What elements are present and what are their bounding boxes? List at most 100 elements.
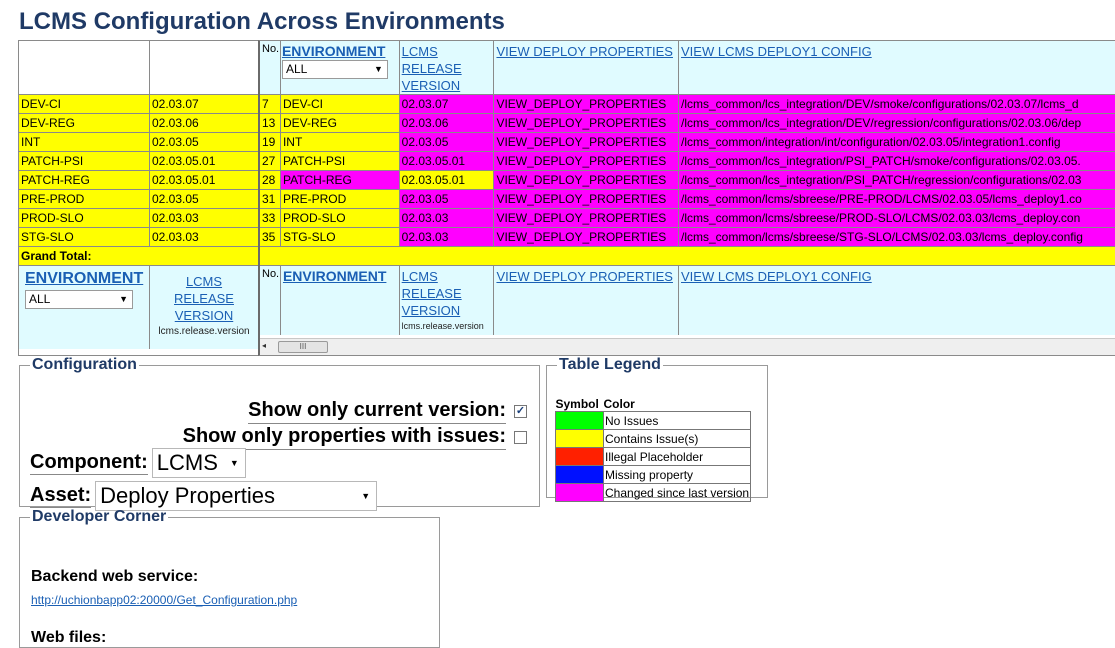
- release-version-footer-caption: lcms.release.version: [401, 321, 484, 331]
- release-version-column-footer[interactable]: LCMS RELEASE VERSION: [402, 268, 494, 319]
- frozen-row: PROD-SLO 02.03.03: [19, 209, 258, 228]
- deploy-properties-cell[interactable]: VIEW_DEPLOY_PROPERTIES: [494, 171, 680, 189]
- legend-table: Symbol Color No Issues Contains Issue(s) I…: [555, 397, 752, 502]
- row-number-cell: 35: [260, 228, 281, 246]
- environment-filter-select[interactable]: ALL ▼: [25, 290, 133, 309]
- row-number-cell: 7: [260, 95, 281, 113]
- scroll-left-arrow-icon[interactable]: ◂: [262, 341, 266, 350]
- legend-label: Missing property: [602, 465, 752, 484]
- grand-total-row: Grand Total:: [19, 247, 258, 266]
- web-files-label: Web files:: [31, 629, 107, 646]
- release-line-2: RELEASE: [401, 286, 462, 301]
- environment-cell: PATCH-REG: [280, 171, 400, 189]
- deploy-config-path-cell[interactable]: /lcms_common/lcms/sbreese/PROD-SLO/LCMS/…: [679, 209, 1115, 227]
- environment-cell: DEV-CI: [280, 95, 400, 113]
- grid-grand-total-row: [260, 247, 1115, 266]
- environment-header-link[interactable]: ENVIRONMENT: [25, 270, 143, 288]
- release-version-header-link[interactable]: LCMS RELEASE VERSION: [150, 273, 258, 324]
- deploy-properties-cell[interactable]: VIEW_DEPLOY_PROPERTIES: [494, 114, 680, 132]
- developer-corner-legend: Developer Corner: [32, 508, 167, 525]
- legend-row: Contains Issue(s): [555, 429, 752, 448]
- frozen-row: DEV-CI 02.03.07: [19, 95, 258, 114]
- show-current-version-option[interactable]: Show only current version: ✓: [248, 399, 527, 424]
- row-number-cell: 33: [260, 209, 281, 227]
- grid-environment-filter-value: ALL: [285, 62, 308, 76]
- release-version-cell: 02.03.06: [399, 114, 495, 132]
- legend-label: Contains Issue(s): [602, 429, 752, 448]
- environment-column-header[interactable]: ENVIRONMENT: [282, 43, 399, 59]
- deploy-properties-cell[interactable]: VIEW_DEPLOY_PROPERTIES: [494, 152, 680, 170]
- deploy-properties-cell[interactable]: VIEW_DEPLOY_PROPERTIES: [494, 95, 680, 113]
- frozen-version-cell: 02.03.03: [152, 230, 199, 244]
- release-line-3: VERSION: [401, 78, 461, 93]
- chevron-down-icon: ▼: [374, 64, 383, 74]
- table-legend-title: Table Legend: [559, 356, 661, 373]
- asset-row: Asset: Deploy Properties ▼: [30, 481, 378, 511]
- legend-label: Illegal Placeholder: [602, 447, 752, 466]
- row-number-cell: 19: [260, 133, 281, 151]
- deploy-config-path-cell[interactable]: /lcms_common/lcs_integration/DEV/smoke/c…: [679, 95, 1115, 113]
- backend-web-service-label: Backend web service:: [31, 568, 199, 585]
- deploy-properties-cell[interactable]: VIEW_DEPLOY_PROPERTIES: [494, 133, 680, 151]
- release-version-column-header[interactable]: LCMS RELEASE VERSION: [402, 43, 494, 94]
- deploy-properties-cell[interactable]: VIEW_DEPLOY_PROPERTIES: [494, 228, 680, 246]
- backend-web-service-link[interactable]: http://uchionbapp02:20000/Get_Configurat…: [31, 593, 297, 607]
- frozen-version-cell: 02.03.06: [152, 116, 199, 130]
- grand-total-label: Grand Total:: [21, 249, 92, 263]
- release-version-cell: 02.03.07: [399, 95, 495, 113]
- legend-color-swatch: [555, 447, 604, 466]
- table-row: 33 PROD-SLO 02.03.03 VIEW_DEPLOY_PROPERTIES…: [260, 209, 1115, 228]
- frozen-version-cell: 02.03.05.01: [152, 154, 216, 168]
- deploy-config-path-cell[interactable]: /lcms_common/lcms/sbreese/STG-SLO/LCMS/0…: [679, 228, 1115, 246]
- release-version-cell: 02.03.03: [399, 228, 495, 246]
- asset-select[interactable]: Deploy Properties ▼: [95, 481, 378, 511]
- component-select[interactable]: LCMS ▼: [151, 448, 246, 478]
- page-title: LCMS Configuration Across Environments: [19, 8, 505, 35]
- show-current-version-checkbox[interactable]: ✓: [514, 405, 527, 418]
- frozen-row: DEV-REG 02.03.06: [19, 114, 258, 133]
- frozen-version-cell: 02.03.07: [152, 97, 199, 111]
- deploy-config-path-cell[interactable]: /lcms_common/lcs_integration/PSI_PATCH/s…: [679, 152, 1115, 170]
- show-current-version-label: Show only current version:: [248, 399, 506, 424]
- environment-grid: No. ENVIRONMENT ALL ▼ LCMS RELEASE VERSI…: [258, 40, 1115, 356]
- row-number-cell: 31: [260, 190, 281, 208]
- deploy-config-path-cell[interactable]: /lcms_common/lcs_integration/PSI_PATCH/r…: [679, 171, 1115, 189]
- view-deploy-properties-header[interactable]: VIEW DEPLOY PROPERTIES: [496, 44, 673, 59]
- grid-environment-filter-select[interactable]: ALL ▼: [281, 60, 388, 79]
- chevron-down-icon: ▼: [361, 491, 371, 501]
- frozen-row: PRE-PROD 02.03.05: [19, 190, 258, 209]
- scrollbar-thumb[interactable]: III: [278, 341, 328, 353]
- frozen-env-cell: STG-SLO: [19, 228, 150, 246]
- horizontal-scrollbar[interactable]: ◂ III: [260, 338, 1115, 355]
- release-line-1: LCMS: [401, 44, 438, 59]
- table-row: 31 PRE-PROD 02.03.05 VIEW_DEPLOY_PROPERTIES…: [260, 190, 1115, 209]
- legend-color-swatch: [555, 429, 604, 448]
- environment-cell: DEV-REG: [280, 114, 400, 132]
- configuration-legend: Configuration: [32, 356, 137, 373]
- environment-column-footer[interactable]: ENVIRONMENT: [283, 268, 386, 284]
- configuration-fieldset: Configuration Show only current version:…: [19, 356, 540, 511]
- row-number-cell: 27: [260, 152, 281, 170]
- frozen-row: STG-SLO 02.03.03: [19, 228, 258, 247]
- release-version-cell: 02.03.03: [399, 209, 495, 227]
- view-deploy-properties-footer[interactable]: VIEW DEPLOY PROPERTIES: [496, 269, 673, 284]
- frozen-env-cell: INT: [19, 133, 150, 151]
- show-issues-option[interactable]: Show only properties with issues:: [182, 425, 527, 450]
- legend-color-swatch: [555, 411, 604, 430]
- row-number-cell: 13: [260, 114, 281, 132]
- table-row: 27 PATCH-PSI 02.03.05.01 VIEW_DEPLOY_PROPER…: [260, 152, 1115, 171]
- deploy-properties-cell[interactable]: VIEW_DEPLOY_PROPERTIES: [494, 209, 680, 227]
- show-issues-checkbox[interactable]: [514, 431, 527, 444]
- frozen-env-cell: PRE-PROD: [19, 190, 150, 208]
- deploy-config-path-cell[interactable]: /lcms_common/lcs_integration/DEV/regress…: [679, 114, 1115, 132]
- deploy-config-path-cell[interactable]: /lcms_common/integration/int/configurati…: [679, 133, 1115, 151]
- deploy-config-path-cell[interactable]: /lcms_common/lcms/sbreese/PRE-PROD/LCMS/…: [679, 190, 1115, 208]
- view-deploy1-config-footer[interactable]: VIEW LCMS DEPLOY1 CONFIG: [681, 269, 872, 284]
- view-deploy1-config-header[interactable]: VIEW LCMS DEPLOY1 CONFIG: [681, 44, 872, 59]
- frozen-rows: DEV-CI 02.03.07 DEV-REG 02.03.06 INT 02.03.05…: [19, 95, 258, 247]
- deploy-properties-cell[interactable]: VIEW_DEPLOY_PROPERTIES: [494, 190, 680, 208]
- legend-row: Illegal Placeholder: [555, 447, 752, 466]
- environment-filter-value: ALL: [29, 292, 51, 306]
- frozen-version-cell: 02.03.03: [152, 211, 199, 225]
- environment-cell: INT: [280, 133, 400, 151]
